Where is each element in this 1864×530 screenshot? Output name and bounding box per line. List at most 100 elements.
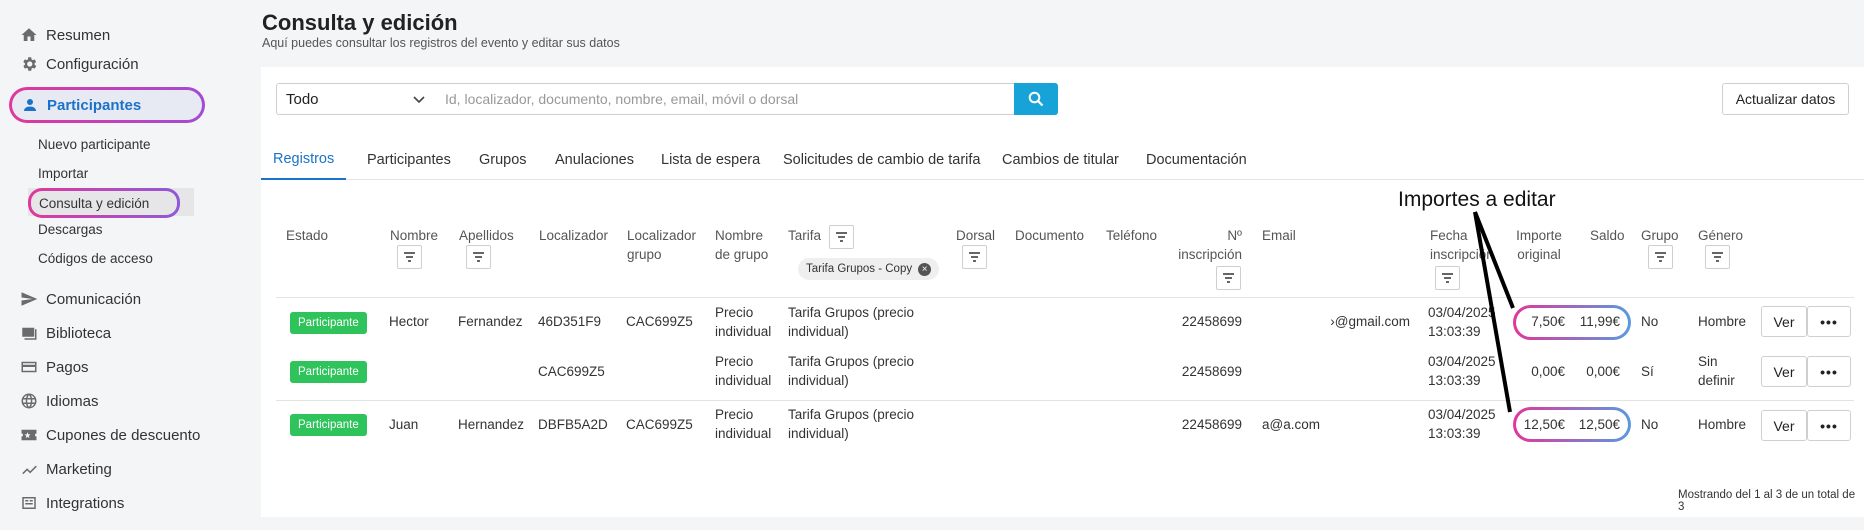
cell-genero: Sin definir — [1698, 354, 1735, 388]
sidebar-item-biblioteca[interactable]: Biblioteca — [20, 319, 111, 347]
column-header-nombre-grupo: Nombre de grupo — [715, 228, 769, 262]
more-actions-button[interactable]: ••• — [1807, 306, 1851, 337]
tab-solicitudes-cambio-tarifa[interactable]: Solicitudes de cambio de tarifa — [783, 139, 980, 180]
status-badge: Participante — [290, 312, 367, 334]
page-title: Consulta y edición — [262, 10, 458, 35]
sidebar-item-label: Biblioteca — [46, 324, 112, 342]
cell-localizador: CAC699Z5 — [538, 364, 605, 379]
tab-documentacion[interactable]: Documentación — [1146, 139, 1247, 180]
sidebar-item-label: Participantes — [47, 96, 142, 114]
tab-lista-espera[interactable]: Lista de espera — [661, 139, 760, 180]
column-header-fecha-inscripcion: Fecha inscripción — [1430, 228, 1494, 262]
cell-nombre-grupo: Precio individual — [715, 407, 772, 441]
filter-select-value: Todo — [286, 91, 319, 108]
cell-importe-original[interactable]: 12,50€ — [1508, 415, 1565, 434]
tab-cambios-titular[interactable]: Cambios de titular — [1002, 139, 1119, 180]
filter-button[interactable] — [1705, 245, 1730, 269]
filter-select[interactable]: Todo — [276, 83, 437, 115]
tab-grupos[interactable]: Grupos — [479, 139, 527, 180]
cell-n-inscripcion: 22458699 — [1181, 314, 1242, 329]
cell-saldo[interactable]: 11,99€ — [1570, 312, 1620, 331]
sub-item-nuevo-participante[interactable]: Nuevo participante — [38, 133, 151, 155]
sidebar-item-label: Pagos — [46, 358, 89, 376]
filter-button[interactable] — [466, 245, 491, 269]
images-icon — [20, 324, 38, 342]
sidebar-item-label: Resumen — [46, 26, 111, 44]
cell-nombre-grupo: Precio individual — [715, 354, 772, 388]
cell-grupo: Sí — [1641, 364, 1654, 379]
view-button[interactable]: Ver — [1761, 410, 1807, 441]
column-header-localizador: Localizador — [539, 228, 609, 243]
cell-fecha: 03/04/2025 13:03:39 — [1428, 354, 1496, 388]
cell-saldo[interactable]: 12,50€ — [1570, 415, 1620, 434]
row-divider — [276, 297, 1854, 298]
tab-anulaciones[interactable]: Anulaciones — [555, 139, 634, 180]
page-subtitle: Aquí puedes consultar los registros del … — [262, 36, 620, 50]
column-header-saldo: Saldo — [1590, 228, 1625, 243]
globe-icon — [20, 392, 38, 410]
update-data-button[interactable]: Actualizar datos — [1722, 83, 1849, 115]
integrations-icon — [20, 494, 38, 512]
filter-button[interactable] — [962, 245, 987, 269]
sub-item-codigos-acceso[interactable]: Códigos de acceso — [38, 247, 153, 269]
close-icon[interactable]: × — [918, 262, 932, 276]
cell-importe-original[interactable]: 7,50€ — [1508, 312, 1565, 331]
status-badge: Participante — [290, 414, 367, 436]
search-input[interactable] — [436, 83, 1015, 115]
filter-icon — [969, 252, 980, 262]
search-button[interactable] — [1014, 83, 1058, 115]
more-actions-button[interactable]: ••• — [1807, 410, 1851, 441]
view-button[interactable]: Ver — [1761, 356, 1807, 387]
cell-n-inscripcion: 22458699 — [1181, 417, 1242, 432]
cell-genero: Hombre — [1698, 314, 1747, 329]
filter-button[interactable] — [829, 225, 854, 249]
cell-nombre: Hector — [389, 314, 429, 329]
sidebar-item-idiomas[interactable]: Idiomas — [20, 387, 99, 415]
cell-tarifa: Tarifa Grupos (precio individual) — [788, 407, 915, 441]
sidebar-item-pagos[interactable]: Pagos — [20, 353, 89, 381]
sub-item-consulta-edicion[interactable]: Consulta y edición — [28, 188, 180, 218]
sidebar-item-integrations[interactable]: Integrations — [20, 489, 124, 517]
cell-importe-original[interactable]: 0,00€ — [1508, 362, 1565, 381]
filter-button[interactable] — [1216, 266, 1241, 290]
sub-item-descargas[interactable]: Descargas — [38, 218, 103, 240]
sidebar-item-label: Configuración — [46, 55, 139, 73]
cell-localizador: DBFB5A2D — [538, 417, 608, 432]
column-header-email: Email — [1262, 228, 1296, 243]
send-icon — [20, 290, 38, 308]
filter-icon — [404, 252, 415, 262]
tab-registros[interactable]: Registros — [261, 139, 347, 180]
more-actions-button[interactable]: ••• — [1807, 356, 1851, 387]
pagination-summary: Mostrando del 1 al 3 de un total de 3 — [1678, 489, 1856, 513]
main-card: Todo Actualizar datos Registros Particip… — [261, 67, 1864, 517]
filter-button[interactable] — [397, 245, 422, 269]
cell-apellidos: Fernandez — [458, 314, 523, 329]
filter-icon — [473, 252, 484, 262]
sidebar-item-resumen[interactable]: Resumen — [20, 21, 110, 49]
sub-item-importar[interactable]: Importar — [38, 162, 88, 184]
filter-icon — [1655, 252, 1666, 262]
tarifa-filter-chip[interactable]: Tarifa Grupos - Copy × — [798, 258, 940, 280]
sidebar-item-marketing[interactable]: Marketing — [20, 455, 112, 483]
home-icon — [20, 26, 38, 44]
row-divider — [276, 400, 1854, 401]
tab-participantes[interactable]: Participantes — [367, 139, 451, 180]
column-header-estado: Estado — [286, 228, 329, 243]
filter-icon — [836, 232, 847, 242]
cell-fecha: 03/04/2025 13:03:39 — [1428, 305, 1496, 339]
column-header-dorsal: Dorsal — [956, 228, 996, 243]
sidebar-item-participantes[interactable]: Participantes — [9, 87, 205, 123]
search-icon — [1028, 91, 1044, 107]
cell-localizador: 46D351F9 — [538, 314, 602, 329]
column-header-grupo: Grupo — [1641, 228, 1679, 243]
cell-grupo: No — [1641, 314, 1659, 329]
view-button[interactable]: Ver — [1761, 306, 1807, 337]
cell-apellidos: Hernandez — [458, 417, 525, 432]
cell-saldo[interactable]: 0,00€ — [1570, 362, 1620, 381]
sidebar-item-configuracion[interactable]: Configuración — [20, 50, 139, 78]
sidebar-item-comunicacion[interactable]: Comunicación — [20, 285, 141, 313]
filter-button[interactable] — [1648, 245, 1673, 269]
column-header-importe-original: Importe original — [1516, 228, 1562, 262]
sidebar-item-cupones[interactable]: Cupones de descuento — [20, 421, 200, 449]
filter-button[interactable] — [1435, 266, 1460, 290]
